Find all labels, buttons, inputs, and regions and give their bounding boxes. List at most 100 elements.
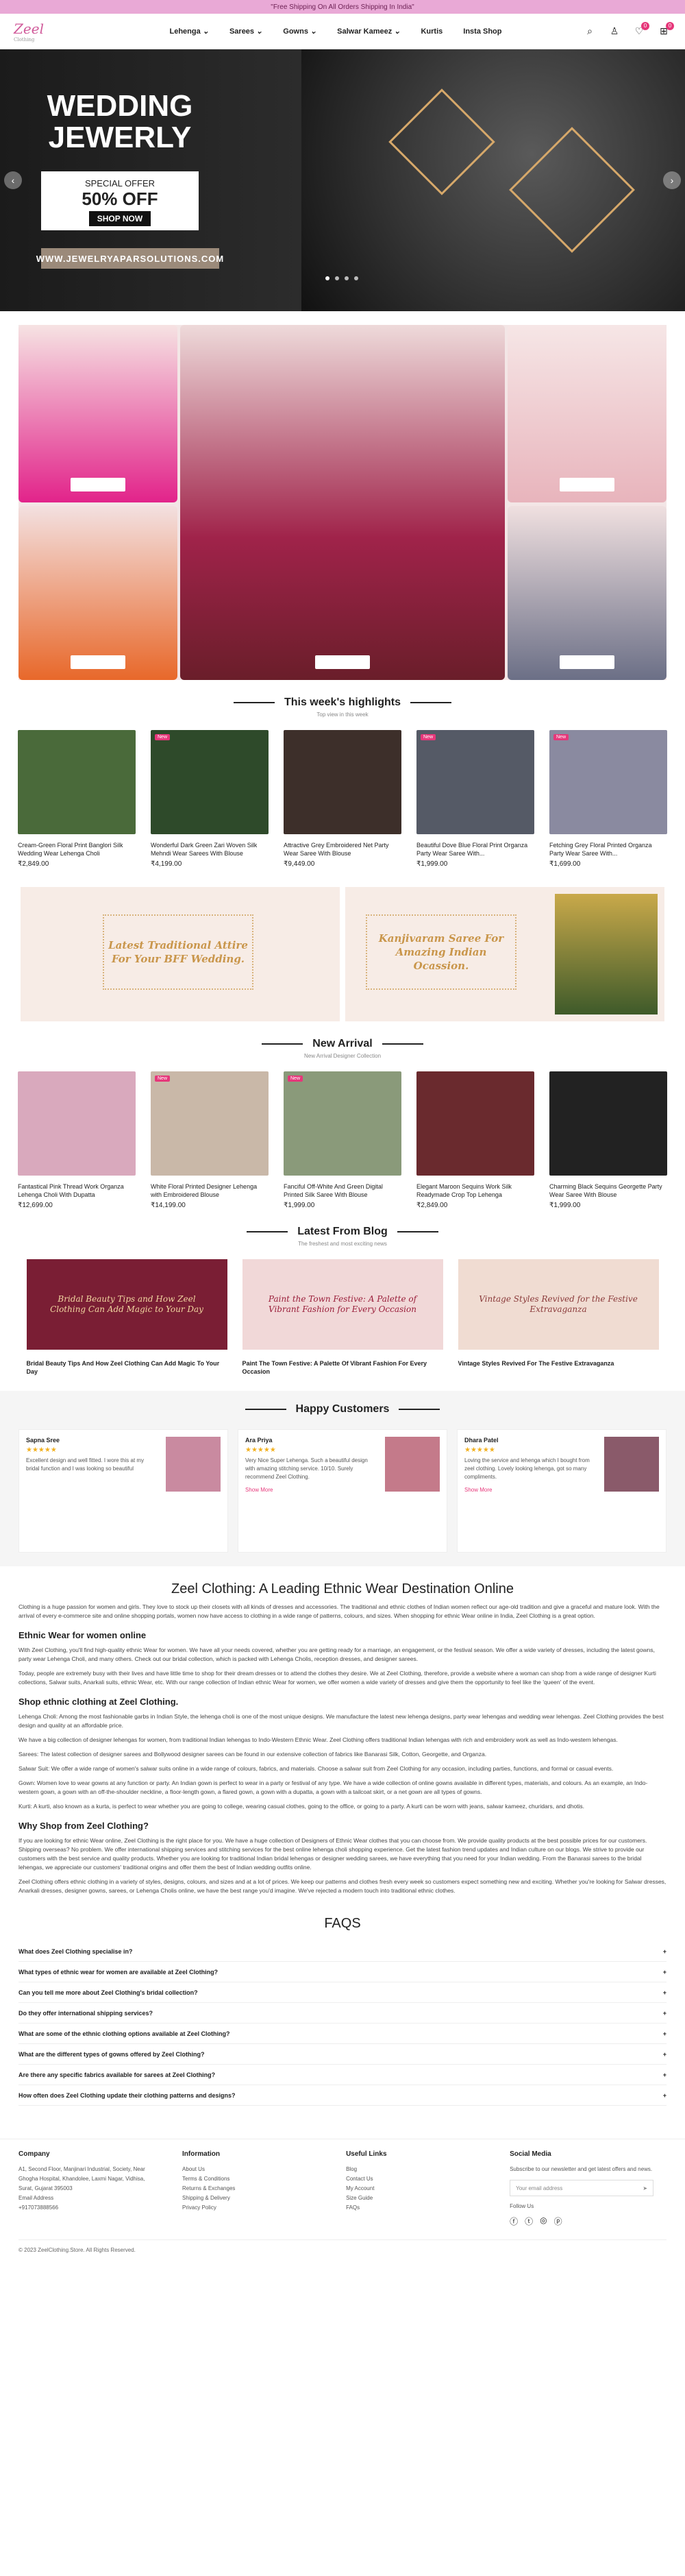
slider-dot[interactable]	[345, 276, 349, 280]
product-image[interactable]: New	[151, 1071, 269, 1176]
product-card[interactable]: Cream-Green Floral Print Banglori Silk W…	[18, 730, 136, 868]
plus-icon[interactable]: +	[663, 1989, 667, 1996]
product-card[interactable]: Attractive Grey Embroidered Net Party We…	[284, 730, 401, 868]
collage-photo[interactable]	[508, 325, 667, 502]
collage-button[interactable]	[315, 655, 370, 669]
footer-link[interactable]: Blog	[346, 2165, 482, 2174]
plus-icon[interactable]: +	[663, 1969, 667, 1976]
blog-title[interactable]: Bridal Beauty Tips And How Zeel Clothing…	[27, 1359, 227, 1376]
faq-item[interactable]: What are some of the ethnic clothing opt…	[18, 2024, 667, 2044]
slider-dot[interactable]	[335, 276, 339, 280]
product-image[interactable]	[416, 1071, 534, 1176]
collage-photo[interactable]	[18, 506, 177, 680]
collage-button[interactable]	[560, 478, 614, 491]
slider-dot[interactable]	[325, 276, 329, 280]
footer-link[interactable]: Shipping & Delivery	[182, 2194, 319, 2203]
blog-image[interactable]: Paint the Town Festive: A Palette of Vib…	[242, 1259, 443, 1350]
shop-now-button[interactable]: SHOP NOW	[88, 211, 151, 226]
product-name[interactable]: Fanciful Off-White And Green Digital Pri…	[284, 1182, 401, 1199]
nav-item-gowns[interactable]: Gowns ⌄	[283, 27, 316, 36]
logo[interactable]: Zeel Clothing	[14, 21, 89, 42]
product-name[interactable]: Wonderful Dark Green Zari Woven Silk Meh…	[151, 841, 269, 858]
send-icon[interactable]: ➤	[643, 2185, 647, 2191]
product-name[interactable]: Charming Black Sequins Georgette Party W…	[549, 1182, 667, 1199]
nav-item-insta-shop[interactable]: Insta Shop	[463, 27, 501, 36]
plus-icon[interactable]: +	[663, 2010, 667, 2017]
instagram-icon[interactable]: ◎	[540, 2215, 547, 2227]
plus-icon[interactable]: +	[663, 2030, 667, 2037]
footer-link[interactable]: Terms & Conditions	[182, 2174, 319, 2184]
search-icon[interactable]: ⌕	[582, 24, 597, 39]
next-slide-icon[interactable]: ›	[663, 171, 681, 189]
product-image[interactable]	[549, 1071, 667, 1176]
slider-dot[interactable]	[354, 276, 358, 280]
collage-button[interactable]	[560, 655, 614, 669]
promo-banner[interactable]: Latest Traditional Attire For Your BFF W…	[21, 887, 340, 1021]
nav-item-salwar-kameez[interactable]: Salwar Kameez ⌄	[337, 27, 400, 36]
product-card[interactable]: New White Floral Printed Designer Lehenga…	[151, 1071, 269, 1209]
blog-image[interactable]: Vintage Styles Revived for the Festive E…	[458, 1259, 659, 1350]
twitter-icon[interactable]: ⓣ	[525, 2215, 533, 2227]
pinterest-icon[interactable]: ⓟ	[554, 2215, 562, 2227]
blog-title[interactable]: Vintage Styles Revived For The Festive E…	[458, 1359, 659, 1368]
product-card[interactable]: New Beautiful Dove Blue Floral Print Orga…	[416, 730, 534, 868]
plus-icon[interactable]: +	[663, 2092, 667, 2099]
prev-slide-icon[interactable]: ‹	[4, 171, 22, 189]
product-image[interactable]: New	[549, 730, 667, 834]
plus-icon[interactable]: +	[663, 2051, 667, 2058]
product-card[interactable]: Charming Black Sequins Georgette Party W…	[549, 1071, 667, 1209]
facebook-icon[interactable]: ⓕ	[510, 2215, 518, 2227]
product-image[interactable]	[284, 730, 401, 834]
product-card[interactable]: Elegant Maroon Sequins Work Silk Readyma…	[416, 1071, 534, 1209]
product-image[interactable]	[18, 1071, 136, 1176]
product-image[interactable]	[18, 730, 136, 834]
product-image[interactable]: New	[416, 730, 534, 834]
plus-icon[interactable]: +	[663, 1948, 667, 1955]
faq-item[interactable]: What are the different types of gowns of…	[18, 2044, 667, 2065]
product-name[interactable]: Elegant Maroon Sequins Work Silk Readyma…	[416, 1182, 534, 1199]
product-card[interactable]: Fantastical Pink Thread Work Organza Leh…	[18, 1071, 136, 1209]
faq-item[interactable]: Do they offer international shipping ser…	[18, 2003, 667, 2024]
product-name[interactable]: Fantastical Pink Thread Work Organza Leh…	[18, 1182, 136, 1199]
product-name[interactable]: Attractive Grey Embroidered Net Party We…	[284, 841, 401, 858]
product-name[interactable]: White Floral Printed Designer Lehenga wi…	[151, 1182, 269, 1199]
footer-link[interactable]: Returns & Exchanges	[182, 2184, 319, 2194]
product-name[interactable]: Beautiful Dove Blue Floral Print Organza…	[416, 841, 534, 858]
newsletter-input[interactable]: Your email address ➤	[510, 2180, 654, 2196]
collage-button[interactable]	[71, 478, 125, 491]
promo-banner[interactable]: Kanjivaram Saree For Amazing Indian Ocas…	[345, 887, 664, 1021]
wishlist-icon[interactable]: ♡ 0	[632, 21, 649, 39]
blog-card[interactable]: Bridal Beauty Tips and How Zeel Clothing…	[26, 1259, 227, 1376]
nav-item-lehenga[interactable]: Lehenga ⌄	[170, 27, 209, 36]
blog-image[interactable]: Bridal Beauty Tips and How Zeel Clothing…	[26, 1259, 227, 1350]
product-image[interactable]: New	[151, 730, 269, 834]
footer-link[interactable]: My Account	[346, 2184, 482, 2194]
footer-link[interactable]: Contact Us	[346, 2174, 482, 2184]
product-card[interactable]: New Wonderful Dark Green Zari Woven Silk …	[151, 730, 269, 868]
product-name[interactable]: Fetching Grey Floral Printed Organza Par…	[549, 841, 667, 858]
product-card[interactable]: New Fetching Grey Floral Printed Organza …	[549, 730, 667, 868]
blog-title[interactable]: Paint The Town Festive: A Palette Of Vib…	[242, 1359, 443, 1376]
user-icon[interactable]: ♙	[607, 24, 622, 39]
footer-phone[interactable]: +917073888566	[18, 2203, 155, 2213]
plus-icon[interactable]: +	[663, 2071, 667, 2078]
faq-item[interactable]: Can you tell me more about Zeel Clothing…	[18, 1982, 667, 2003]
collage-photo-main[interactable]	[180, 325, 505, 680]
product-name[interactable]: Cream-Green Floral Print Banglori Silk W…	[18, 841, 136, 858]
footer-link[interactable]: FAQs	[346, 2203, 482, 2213]
footer-link[interactable]: Privacy Policy	[182, 2203, 319, 2213]
faq-item[interactable]: What types of ethnic wear for women are …	[18, 1962, 667, 1982]
product-card[interactable]: New Fanciful Off-White And Green Digital …	[284, 1071, 401, 1209]
blog-card[interactable]: Paint the Town Festive: A Palette of Vib…	[242, 1259, 443, 1376]
footer-link[interactable]: About Us	[182, 2165, 319, 2174]
faq-item[interactable]: Are there any specific fabrics available…	[18, 2065, 667, 2085]
footer-link[interactable]: Size Guide	[346, 2194, 482, 2203]
collage-button[interactable]	[71, 655, 125, 669]
product-image[interactable]: New	[284, 1071, 401, 1176]
footer-email[interactable]: Email Address	[18, 2194, 155, 2203]
nav-item-sarees[interactable]: Sarees ⌄	[229, 27, 262, 36]
collage-photo[interactable]	[508, 506, 667, 680]
faq-item[interactable]: How often does Zeel Clothing update thei…	[18, 2085, 667, 2106]
faq-item[interactable]: What does Zeel Clothing specialise in? +	[18, 1941, 667, 1962]
nav-item-kurtis[interactable]: Kurtis	[421, 27, 443, 36]
